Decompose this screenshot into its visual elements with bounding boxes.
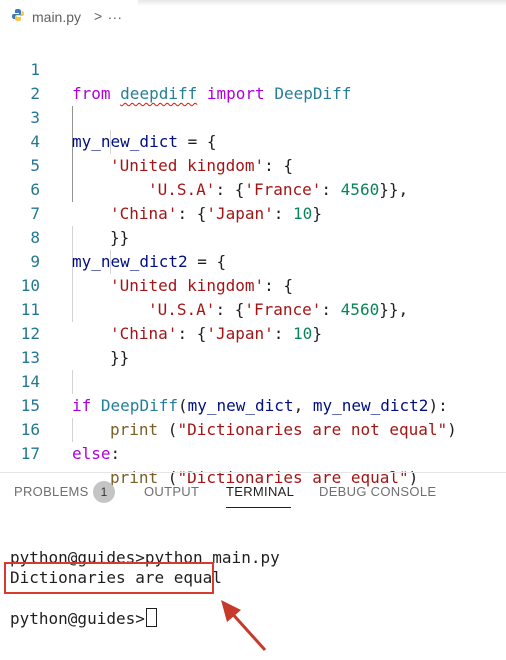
code-line: 7 }}	[0, 178, 506, 247]
python-file-icon	[12, 9, 24, 21]
code-line: 3 my_new_dict = {	[0, 82, 506, 151]
code-line: 6 'China': {'Japan': 10}	[0, 154, 506, 223]
tab-debug-console[interactable]: DEBUG CONSOLE	[319, 484, 436, 499]
line-number: 17	[20, 444, 40, 463]
breadcrumb-file[interactable]: main.py	[32, 9, 81, 25]
line-code: else:	[72, 444, 121, 463]
highlight-box	[4, 562, 214, 594]
code-line: 2	[0, 58, 506, 103]
breadcrumb-more[interactable]: ...	[108, 6, 123, 22]
code-line: 16 else:	[0, 394, 506, 463]
terminal-cursor	[145, 608, 157, 627]
code-line: 11 'China': {'Japan': 10}	[0, 274, 506, 343]
code-line: 5 'U.S.A': {'France': 4560}},	[0, 130, 506, 199]
code-line: 13	[0, 322, 506, 367]
tab-terminal[interactable]: TERMINAL	[226, 484, 294, 499]
code-line: 1 from deepdiff import DeepDiff	[0, 34, 506, 103]
code-line: 9 'United kingdom': {	[0, 226, 506, 295]
active-tab-indicator	[226, 507, 291, 508]
tab-problems[interactable]: PROBLEMS	[14, 484, 89, 499]
annotation-arrow-icon	[221, 600, 267, 652]
panel-tabs: PROBLEMS 1 OUTPUT TERMINAL DEBUG CONSOLE	[0, 472, 506, 513]
code-editor[interactable]: 1 from deepdiff import DeepDiff 2 3 my_n…	[0, 34, 506, 487]
code-line: 17 print ("Dictionaries are equal")	[0, 418, 506, 487]
code-line: 10 'U.S.A': {'France': 4560}},	[0, 250, 506, 319]
chevron-right-icon: >	[94, 8, 103, 24]
scroll-shadow	[138, 0, 506, 6]
terminal-prompt-line[interactable]: python@guides>	[10, 608, 157, 629]
code-line: 12 }}	[0, 298, 506, 367]
code-line: 4 'United kingdom': {	[0, 106, 506, 175]
problems-count-badge: 1	[93, 481, 115, 503]
tab-output[interactable]: OUTPUT	[144, 484, 199, 499]
code-line: 14 if DeepDiff(my_new_dict, my_new_dict2…	[0, 346, 506, 415]
terminal-prompt: python@guides>	[10, 609, 145, 628]
code-line: 8 my_new_dict2 = {	[0, 202, 506, 271]
code-line: 15 print ("Dictionaries are not equal")	[0, 370, 506, 439]
